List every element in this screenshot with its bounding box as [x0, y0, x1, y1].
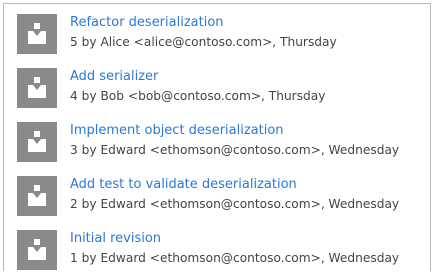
user-placeholder-icon — [17, 68, 57, 108]
commit-title-link[interactable]: Add serializer — [70, 69, 158, 85]
commit-title-link[interactable]: Implement object deserialization — [70, 123, 284, 139]
user-placeholder-icon — [17, 230, 57, 270]
user-placeholder-icon — [17, 14, 57, 54]
commit-title-link[interactable]: Refactor deserialization — [70, 15, 224, 31]
commit-title-link[interactable]: Add test to validate deserialization — [70, 177, 297, 193]
commit-meta: 4 by Bob <bob@contoso.com>, Thursday — [70, 89, 326, 103]
commit-list-item[interactable]: Initial revision 1 by Edward <ethomson@c… — [4, 220, 430, 271]
user-placeholder-icon — [17, 176, 57, 216]
commit-meta: 3 by Edward <ethomson@contoso.com>, Wedn… — [70, 143, 400, 157]
commit-list-item[interactable]: Add serializer 4 by Bob <bob@contoso.com… — [4, 58, 430, 112]
commit-meta: 2 by Edward <ethomson@contoso.com>, Wedn… — [70, 197, 400, 211]
commit-meta: 1 by Edward <ethomson@contoso.com>, Wedn… — [70, 251, 400, 265]
commit-history-list: Refactor deserialization 5 by Alice <ali… — [3, 3, 431, 271]
commit-list-item[interactable]: Add test to validate deserialization 2 b… — [4, 166, 430, 220]
commit-list-item[interactable]: Refactor deserialization 5 by Alice <ali… — [4, 4, 430, 58]
user-placeholder-icon — [17, 122, 57, 162]
commit-title-link[interactable]: Initial revision — [70, 231, 161, 247]
commit-list-item[interactable]: Implement object deserialization 3 by Ed… — [4, 112, 430, 166]
commit-meta: 5 by Alice <alice@contoso.com>, Thursday — [70, 35, 337, 49]
